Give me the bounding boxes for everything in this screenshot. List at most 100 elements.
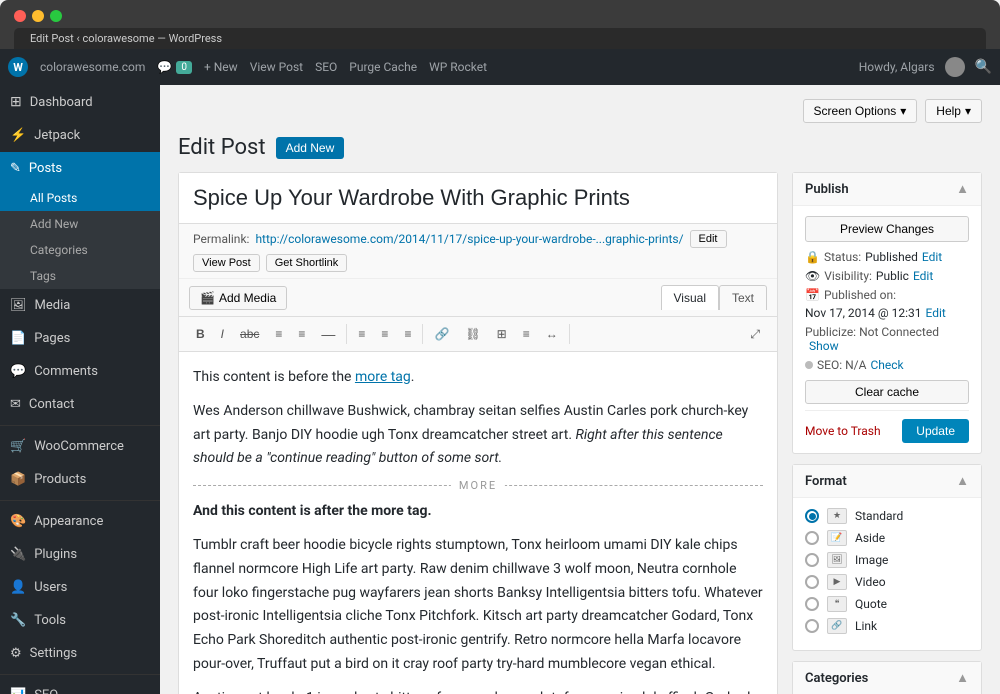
sidebar-item-products[interactable]: 📦 Products xyxy=(0,463,160,496)
toolbar-link[interactable]: 🔗 xyxy=(427,323,456,345)
admin-bar-wp-rocket[interactable]: WP Rocket xyxy=(429,60,487,74)
format-option-image[interactable]: 🖼 Image xyxy=(805,552,969,568)
format-radio-aside[interactable] xyxy=(805,531,819,545)
format-option-standard[interactable]: ★ Standard xyxy=(805,508,969,524)
toolbar-expand[interactable]: ⤢ xyxy=(743,323,767,346)
permalink-shortlink-btn[interactable]: Get Shortlink xyxy=(266,254,348,272)
format-radio-link[interactable] xyxy=(805,619,819,633)
sidebar-item-tools[interactable]: 🔧 Tools xyxy=(0,604,160,637)
sidebar-label-media: Media xyxy=(35,298,71,313)
toolbar-blockquote[interactable]: — xyxy=(314,322,342,346)
trash-link[interactable]: Move to Trash xyxy=(805,424,881,438)
tools-icon: 🔧 xyxy=(10,613,26,628)
toolbar-align-right[interactable]: ≡ xyxy=(397,323,418,345)
publicize-show-link[interactable]: Show xyxy=(809,339,839,353)
sidebar-item-settings[interactable]: ⚙ Settings xyxy=(0,637,160,670)
add-media-button[interactable]: 🎬 Add Media xyxy=(189,286,287,310)
categories-metabox: Categories ▲ All Categories Most Used ✓ … xyxy=(792,661,982,694)
sidebar-item-media[interactable]: 🖼 Media xyxy=(0,289,160,322)
sidebar-item-dashboard[interactable]: ⊞ Dashboard xyxy=(0,85,160,119)
toolbar-strikethrough[interactable]: abc xyxy=(233,323,266,345)
add-new-button[interactable]: Add New xyxy=(276,137,345,159)
update-button[interactable]: Update xyxy=(902,419,969,443)
editor-content[interactable]: This content is before the more tag. Wes… xyxy=(179,352,777,694)
toolbar-align-left[interactable]: ≡ xyxy=(351,323,372,345)
wp-admin-bar: W colorawesome.com 💬 0 + New View Post S… xyxy=(0,49,1000,85)
toolbar-spellcheck[interactable]: ≡ xyxy=(516,323,537,345)
sidebar-item-contact[interactable]: ✉ Contact xyxy=(0,388,160,421)
admin-bar-new[interactable]: + New xyxy=(204,60,238,74)
pages-icon: 📄 xyxy=(10,331,26,346)
permalink-view-btn[interactable]: View Post xyxy=(193,254,260,272)
sidebar-label-pages: Pages xyxy=(34,331,70,346)
toolbar-ul[interactable]: ≡ xyxy=(268,323,289,345)
categories-metabox-header: Categories ▲ xyxy=(793,662,981,694)
seo-check-link[interactable]: Check xyxy=(870,358,903,372)
publish-toggle-icon[interactable]: ▲ xyxy=(956,181,969,197)
toolbar-bold[interactable]: B xyxy=(189,323,212,345)
dot-green[interactable] xyxy=(50,10,62,22)
screen-options-button[interactable]: Screen Options ▾ xyxy=(803,99,918,123)
sidebar-item-tags[interactable]: Tags xyxy=(0,263,160,289)
sidebar-item-posts[interactable]: ✎ Posts xyxy=(0,152,160,185)
toolbar-italic[interactable]: I xyxy=(214,323,231,345)
sidebar-label-all-posts: All Posts xyxy=(30,191,77,205)
sidebar-item-categories[interactable]: Categories xyxy=(0,237,160,263)
format-radio-video[interactable] xyxy=(805,575,819,589)
main-content: Screen Options ▾ Help ▾ Edit Post Add Ne… xyxy=(160,85,1000,694)
text-tab[interactable]: Text xyxy=(719,285,767,310)
format-radio-quote[interactable] xyxy=(805,597,819,611)
media-upload-icon: 🎬 xyxy=(200,291,215,305)
wp-logo[interactable]: W xyxy=(8,57,28,77)
sidebar-item-woocommerce[interactable]: 🛒 WooCommerce xyxy=(0,430,160,463)
sidebar-label-products: Products xyxy=(34,472,86,487)
visibility-edit-link[interactable]: Edit xyxy=(913,269,933,283)
sidebar-label-users: Users xyxy=(34,580,67,595)
sidebar-item-pages[interactable]: 📄 Pages xyxy=(0,322,160,355)
admin-bar-site[interactable]: colorawesome.com xyxy=(40,60,145,74)
toolbar-fullscreen[interactable]: ↔ xyxy=(539,323,565,345)
sidebar-item-seo[interactable]: 📊 SEO xyxy=(0,679,160,694)
admin-bar-view-post[interactable]: View Post xyxy=(250,60,303,74)
search-icon[interactable]: 🔍 xyxy=(975,59,992,75)
sidebar-item-all-posts[interactable]: All Posts xyxy=(0,185,160,211)
published-label: Published on: xyxy=(824,288,896,302)
sidebar-item-plugins[interactable]: 🔌 Plugins xyxy=(0,538,160,571)
clear-cache-button[interactable]: Clear cache xyxy=(805,380,969,404)
permalink-url[interactable]: http://colorawesome.com/2014/11/17/spice… xyxy=(255,232,683,246)
format-option-quote[interactable]: ❝ Quote xyxy=(805,596,969,612)
right-sidebar: Publish ▲ Preview Changes 🔒 Status: Publ… xyxy=(792,172,982,694)
permalink-edit-btn[interactable]: Edit xyxy=(690,230,727,248)
screen-options-chevron: ▾ xyxy=(900,104,906,118)
categories-toggle-icon[interactable]: ▲ xyxy=(956,670,969,686)
sidebar-item-comments[interactable]: 💬 Comments xyxy=(0,355,160,388)
comment-count-badge: 0 xyxy=(176,61,192,74)
admin-bar-comments[interactable]: 💬 0 xyxy=(157,60,192,74)
preview-changes-button[interactable]: Preview Changes xyxy=(805,216,969,242)
format-radio-standard[interactable] xyxy=(805,509,819,523)
admin-bar-purge-cache[interactable]: Purge Cache xyxy=(349,60,417,74)
dot-yellow[interactable] xyxy=(32,10,44,22)
toolbar-ol[interactable]: ≡ xyxy=(291,323,312,345)
status-edit-link[interactable]: Edit xyxy=(922,250,942,264)
published-edit-link[interactable]: Edit xyxy=(926,306,946,320)
format-option-aside[interactable]: 📝 Aside xyxy=(805,530,969,546)
dot-red[interactable] xyxy=(14,10,26,22)
help-button[interactable]: Help ▾ xyxy=(925,99,982,123)
toolbar-unlink[interactable]: ⛓ xyxy=(458,323,487,345)
visual-tab[interactable]: Visual xyxy=(661,285,719,310)
post-title-input[interactable] xyxy=(179,173,777,224)
toolbar-insert-more[interactable]: ⊞ xyxy=(490,323,514,345)
sidebar-item-appearance[interactable]: 🎨 Appearance xyxy=(0,505,160,538)
format-option-link[interactable]: 🔗 Link xyxy=(805,618,969,634)
admin-bar-seo[interactable]: SEO xyxy=(315,60,337,74)
sidebar-label-woocommerce: WooCommerce xyxy=(34,439,124,454)
format-radio-image[interactable] xyxy=(805,553,819,567)
sidebar-item-add-new[interactable]: Add New xyxy=(0,211,160,237)
format-toggle-icon[interactable]: ▲ xyxy=(956,473,969,489)
avatar[interactable] xyxy=(945,57,965,77)
format-option-video[interactable]: ▶ Video xyxy=(805,574,969,590)
sidebar-item-users[interactable]: 👤 Users xyxy=(0,571,160,604)
sidebar-item-jetpack[interactable]: ⚡ Jetpack xyxy=(0,119,160,152)
toolbar-align-center[interactable]: ≡ xyxy=(374,323,395,345)
